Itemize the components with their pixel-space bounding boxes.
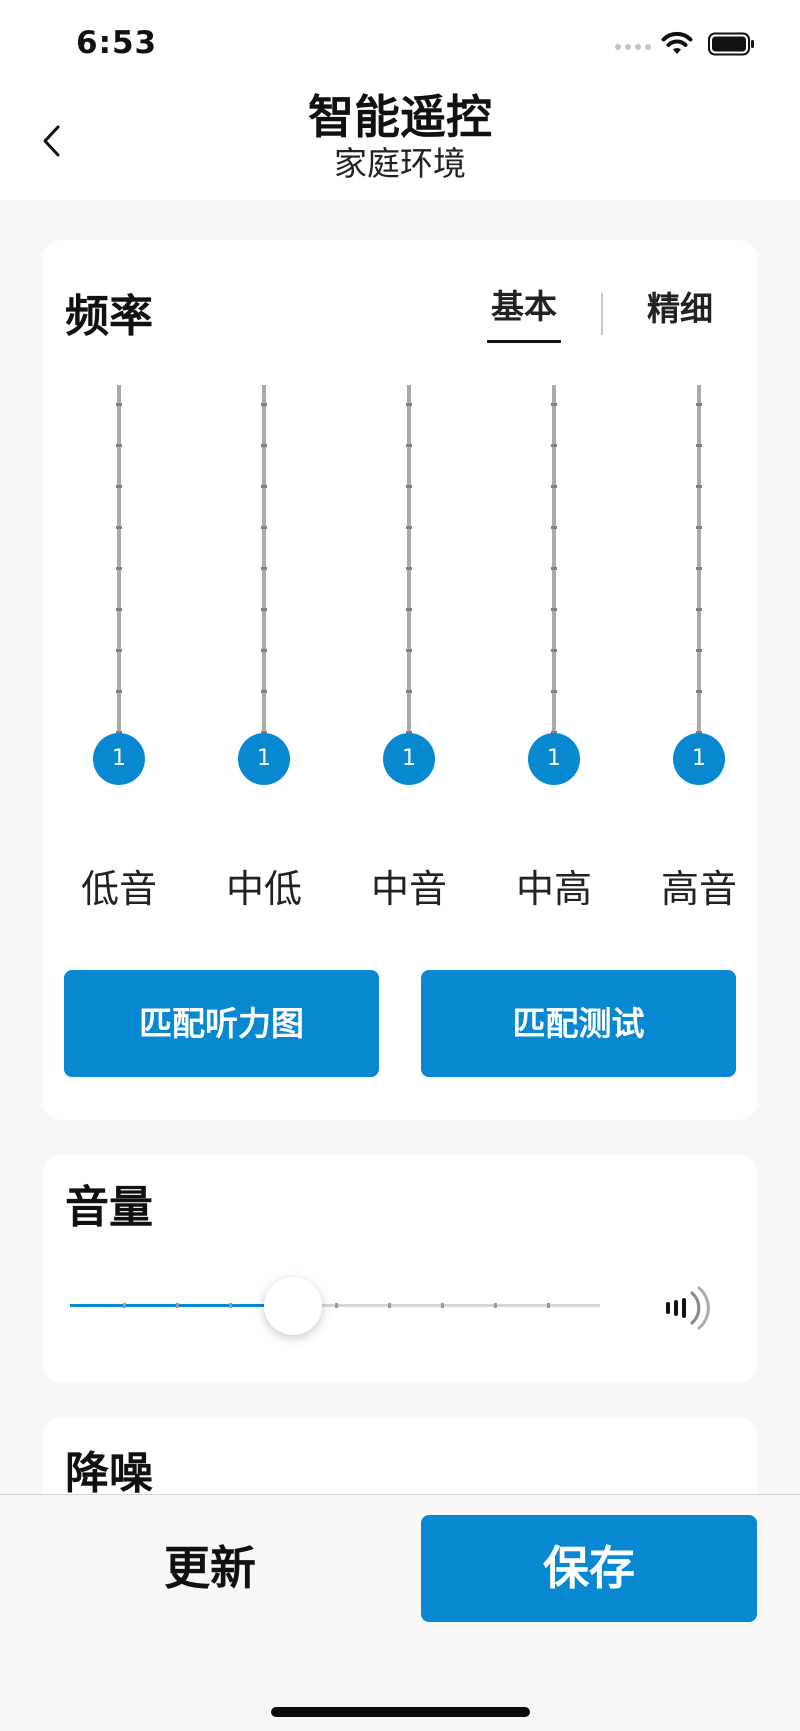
eq-tick — [696, 526, 702, 529]
eq-tick — [261, 690, 267, 693]
volume-tick — [229, 1303, 232, 1308]
eq-knob[interactable]: 1 — [238, 733, 290, 785]
battery-icon — [708, 32, 754, 56]
eq-tick — [406, 690, 412, 693]
band-label-mid: 中音 — [370, 867, 447, 911]
eq-knob[interactable]: 1 — [93, 733, 145, 785]
volume-title: 音量 — [65, 1182, 153, 1233]
eq-knob[interactable]: 1 — [673, 733, 725, 785]
eq-tick — [696, 403, 702, 406]
volume-tick — [123, 1303, 126, 1308]
eq-tick — [551, 567, 557, 570]
eq-slider-high-mid[interactable]: 1 — [514, 385, 594, 785]
frequency-title: 频率 — [65, 291, 153, 342]
eq-tick — [406, 649, 412, 652]
eq-tick — [406, 485, 412, 488]
eq-tick — [696, 444, 702, 447]
volume-tick — [441, 1303, 444, 1308]
noise-reduction-card: 降噪 — [43, 1417, 757, 1494]
eq-tick — [696, 690, 702, 693]
band-label-treble: 高音 — [660, 867, 737, 911]
volume-tick — [494, 1303, 497, 1308]
nav-bar: 智能遥控 家庭环境 — [0, 90, 800, 200]
update-button[interactable]: 更新 — [60, 1515, 360, 1622]
eq-tick — [261, 567, 267, 570]
signal-dots-icon — [615, 44, 651, 50]
eq-tick — [116, 608, 122, 611]
eq-tick — [406, 608, 412, 611]
eq-knob[interactable]: 1 — [528, 733, 580, 785]
speaker-volume-icon — [666, 1286, 710, 1330]
eq-tick — [116, 403, 122, 406]
band-label-low-mid: 中低 — [225, 867, 302, 911]
eq-tick — [406, 403, 412, 406]
volume-tick — [547, 1303, 550, 1308]
noise-reduction-title: 降噪 — [65, 1448, 153, 1494]
page-subtitle: 家庭环境 — [334, 144, 466, 183]
content-scroll-area[interactable]: 频率 基本 精细 1 1 1 1 1 低音 中低 中音 中高 高音 匹配听力图 … — [0, 200, 800, 1494]
eq-slider-mid[interactable]: 1 — [369, 385, 449, 785]
eq-tick — [116, 444, 122, 447]
tab-fine[interactable]: 精细 — [643, 282, 717, 342]
eq-tick — [116, 567, 122, 570]
eq-tick — [696, 485, 702, 488]
eq-tick — [406, 444, 412, 447]
eq-tick — [551, 690, 557, 693]
match-audiogram-button[interactable]: 匹配听力图 — [64, 970, 379, 1077]
eq-track — [552, 385, 556, 765]
status-time: 6:53 — [76, 25, 158, 61]
eq-tick — [116, 485, 122, 488]
eq-track — [262, 385, 266, 765]
eq-slider-low-mid[interactable]: 1 — [224, 385, 304, 785]
tab-basic[interactable]: 基本 — [487, 280, 561, 343]
eq-tick — [551, 485, 557, 488]
eq-tick — [116, 690, 122, 693]
mode-tabs: 基本 精细 — [487, 280, 717, 343]
frequency-card: 频率 基本 精细 1 1 1 1 1 低音 中低 中音 中高 高音 匹配听力图 … — [43, 240, 757, 1120]
eq-tick — [551, 649, 557, 652]
band-label-high-mid: 中高 — [515, 867, 592, 911]
eq-tick — [406, 567, 412, 570]
eq-tick — [551, 444, 557, 447]
eq-tick — [261, 485, 267, 488]
eq-tick — [261, 649, 267, 652]
volume-tick — [388, 1303, 391, 1308]
eq-tick — [696, 567, 702, 570]
eq-tick — [261, 526, 267, 529]
eq-tick — [696, 649, 702, 652]
eq-tick — [551, 403, 557, 406]
band-label-bass: 低音 — [80, 867, 157, 911]
volume-slider-knob[interactable] — [263, 1277, 322, 1335]
volume-card: 音量 — [43, 1155, 757, 1383]
eq-slider-bass[interactable]: 1 — [79, 385, 159, 785]
status-bar: 6:53 — [0, 0, 800, 90]
eq-tick — [261, 444, 267, 447]
eq-tick — [696, 608, 702, 611]
eq-tick — [551, 608, 557, 611]
eq-tick — [116, 526, 122, 529]
volume-slider-fill — [70, 1304, 293, 1307]
home-indicator — [271, 1707, 530, 1717]
volume-tick — [335, 1303, 338, 1308]
volume-slider[interactable] — [70, 1303, 600, 1308]
match-test-button[interactable]: 匹配测试 — [421, 970, 736, 1077]
page-title: 智能遥控 — [308, 90, 492, 144]
eq-tick — [551, 526, 557, 529]
eq-track — [697, 385, 701, 765]
eq-tick — [116, 649, 122, 652]
eq-tick — [406, 526, 412, 529]
save-button[interactable]: 保存 — [421, 1515, 757, 1622]
eq-tick — [261, 403, 267, 406]
wifi-icon — [661, 31, 693, 54]
tab-divider — [601, 292, 603, 335]
eq-slider-treble[interactable]: 1 — [659, 385, 739, 785]
equalizer: 1 1 1 1 1 — [43, 385, 757, 785]
eq-track — [407, 385, 411, 765]
eq-track — [117, 385, 121, 765]
eq-tick — [261, 608, 267, 611]
eq-knob[interactable]: 1 — [383, 733, 435, 785]
volume-tick — [176, 1303, 179, 1308]
bottom-action-bar: 更新 保存 — [0, 1494, 800, 1731]
